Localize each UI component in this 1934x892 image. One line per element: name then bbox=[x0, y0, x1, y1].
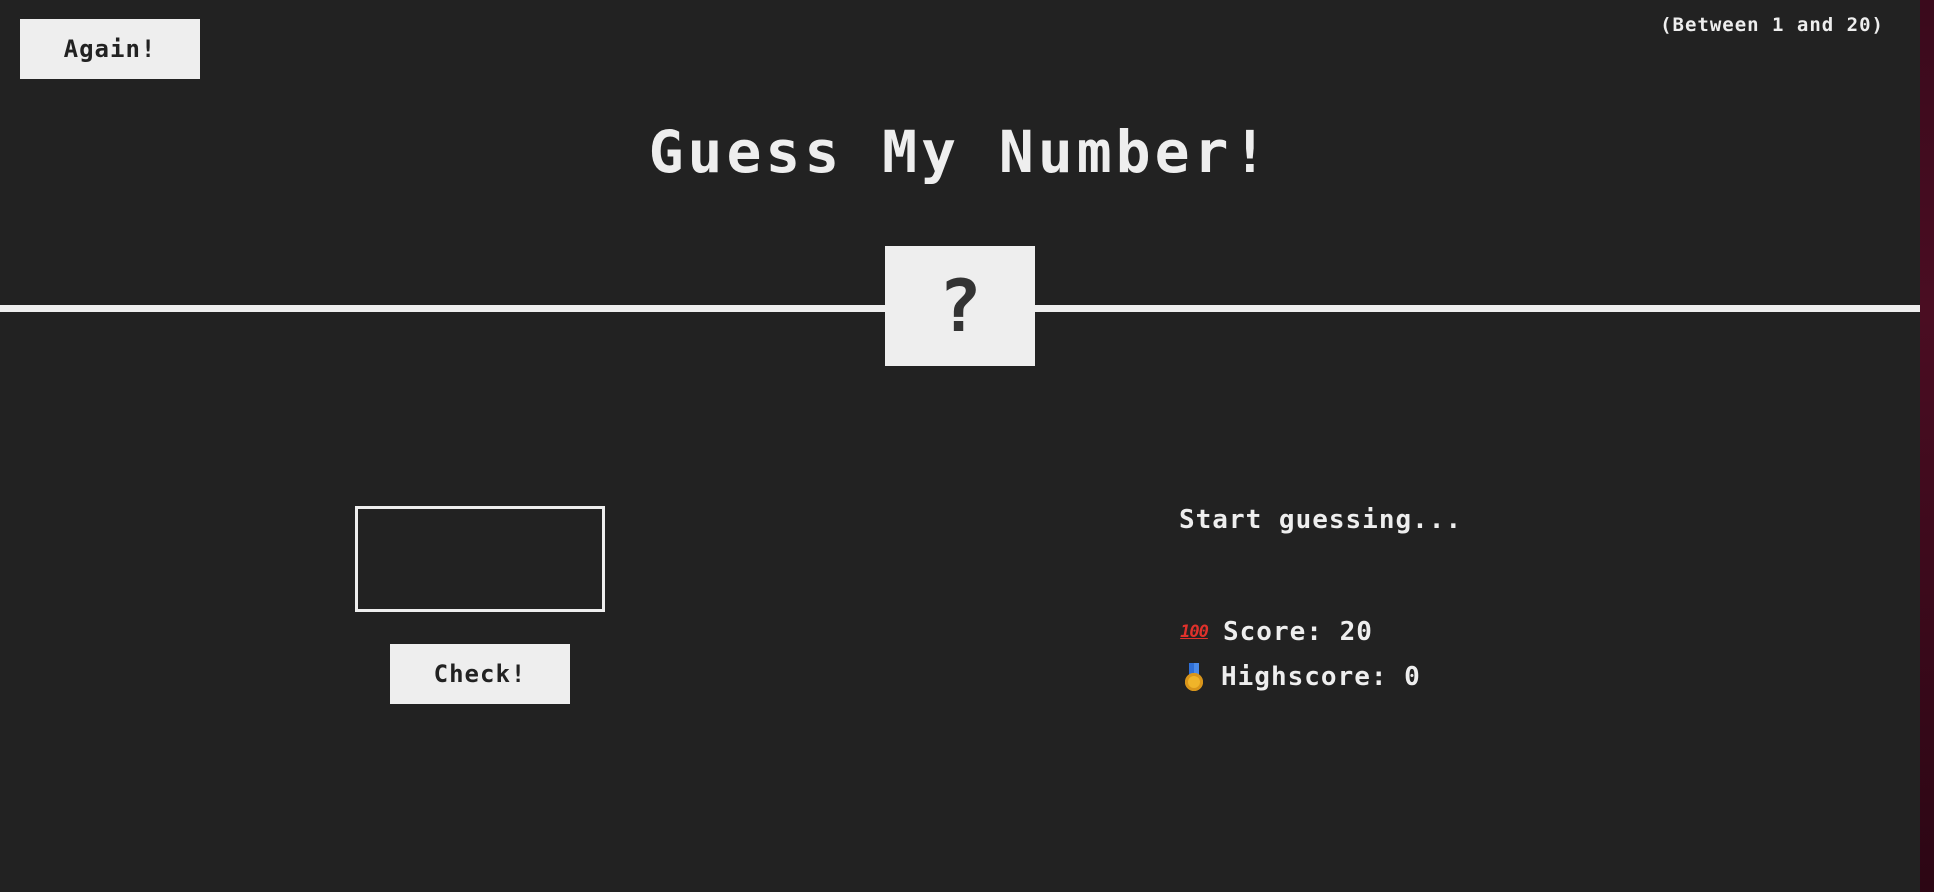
medal-icon bbox=[1185, 663, 1203, 691]
check-button[interactable]: Check! bbox=[390, 644, 570, 704]
score-label: Score: 20 bbox=[1223, 617, 1373, 647]
status-message: Start guessing... bbox=[1179, 505, 1463, 535]
secret-number-box: ? bbox=[885, 246, 1035, 366]
page-title: Guess My Number! bbox=[648, 118, 1272, 186]
highscore-label: Highscore: 0 bbox=[1221, 662, 1421, 692]
highscore-row: Highscore: 0 bbox=[1179, 662, 1421, 692]
guess-input[interactable] bbox=[355, 506, 605, 612]
window-edge bbox=[1920, 0, 1934, 892]
hundred-points-icon: 100 bbox=[1180, 622, 1209, 642]
again-button[interactable]: Again! bbox=[20, 19, 200, 79]
range-hint: (Between 1 and 20) bbox=[1660, 14, 1884, 36]
score-row: 100 Score: 20 bbox=[1179, 617, 1373, 647]
game-page: Again! (Between 1 and 20) Guess My Numbe… bbox=[0, 0, 1920, 892]
